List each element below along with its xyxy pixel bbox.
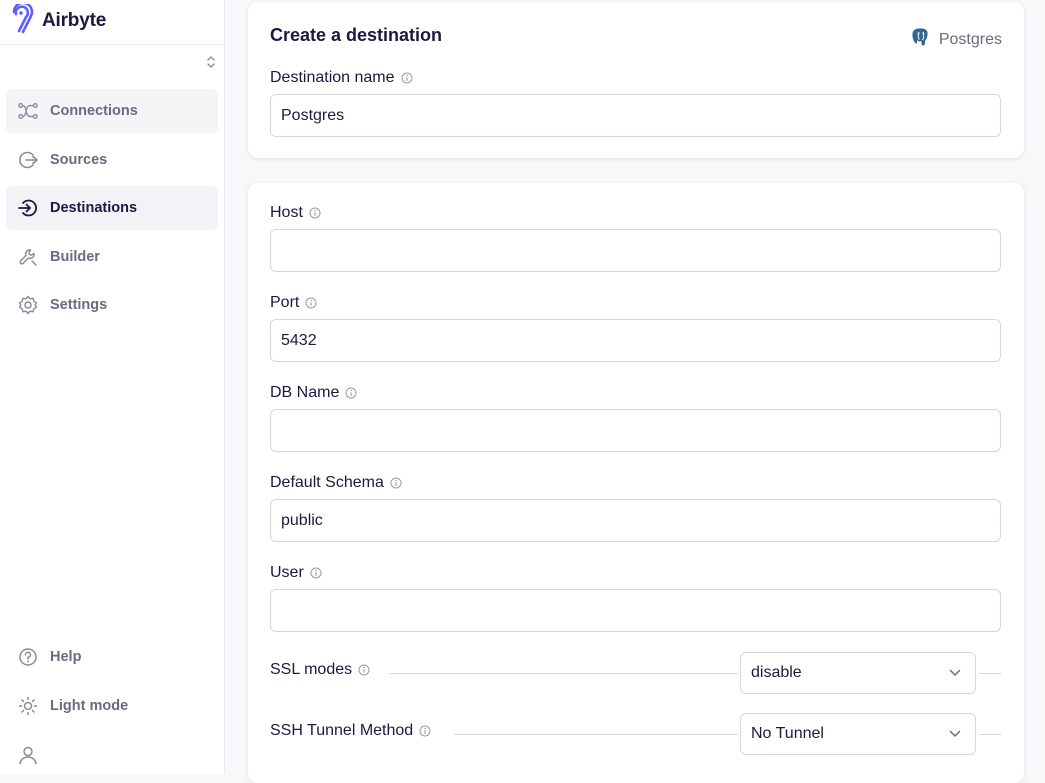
sun-icon bbox=[18, 696, 38, 716]
airbyte-logo-icon bbox=[10, 1, 38, 39]
ssh-tunnel-select[interactable]: No Tunnel bbox=[740, 713, 976, 755]
info-icon[interactable] bbox=[401, 72, 413, 84]
sidebar-item-connections[interactable]: Connections bbox=[6, 89, 218, 133]
postgres-icon bbox=[909, 26, 931, 53]
sidebar-item-settings[interactable]: Settings bbox=[6, 283, 218, 327]
info-icon[interactable] bbox=[390, 477, 402, 489]
info-icon[interactable] bbox=[309, 207, 321, 219]
info-icon[interactable] bbox=[310, 567, 322, 579]
builder-icon bbox=[18, 247, 38, 267]
select-value: disable bbox=[751, 664, 802, 681]
host-label: Host bbox=[270, 204, 321, 222]
destination-name-input[interactable] bbox=[270, 94, 1001, 137]
sidebar-item-label: Sources bbox=[50, 151, 108, 168]
brand[interactable]: Airbyte bbox=[10, 1, 107, 39]
sidebar-item-label: Connections bbox=[50, 103, 138, 119]
sources-icon bbox=[18, 150, 38, 170]
connector-name: Postgres bbox=[938, 30, 1002, 48]
help-icon bbox=[18, 647, 38, 667]
ssh-tunnel-label: SSH Tunnel Method bbox=[270, 722, 431, 740]
user-input[interactable] bbox=[270, 589, 1001, 632]
connections-icon bbox=[18, 101, 38, 121]
user-label: User bbox=[270, 564, 322, 582]
db-name-label: DB Name bbox=[270, 384, 357, 402]
divider bbox=[454, 734, 738, 735]
destination-name-label: Destination name bbox=[270, 69, 413, 87]
divider bbox=[979, 673, 1001, 674]
default-schema-input[interactable] bbox=[270, 499, 1001, 542]
sidebar-nav: Connections Sources Destinations Builder… bbox=[6, 89, 218, 332]
sidebar-item-destinations[interactable]: Destinations bbox=[6, 186, 218, 230]
divider bbox=[389, 673, 738, 674]
info-icon[interactable] bbox=[358, 664, 370, 676]
sidebar-bottom-nav: Help Light mode bbox=[6, 636, 218, 783]
divider bbox=[0, 44, 224, 45]
info-icon[interactable] bbox=[345, 387, 357, 399]
field-label-text: SSL modes bbox=[270, 661, 353, 678]
info-icon[interactable] bbox=[305, 297, 317, 309]
chevron-updown-icon bbox=[206, 54, 216, 75]
sidebar-item-label: Help bbox=[50, 649, 82, 665]
sidebar-item-label: Settings bbox=[50, 297, 108, 313]
sidebar-item-label: Light mode bbox=[50, 698, 129, 714]
ssl-modes-label: SSL modes bbox=[270, 661, 370, 679]
field-label-text: Default Schema bbox=[270, 474, 384, 491]
port-input[interactable] bbox=[270, 319, 1001, 362]
port-label: Port bbox=[270, 294, 317, 312]
settings-icon bbox=[18, 295, 38, 315]
create-destination-card: Create a destination Postgres Destinatio… bbox=[248, 2, 1024, 158]
ssl-modes-select[interactable]: disable bbox=[740, 652, 976, 694]
destinations-icon bbox=[18, 198, 38, 218]
sidebar-item-help[interactable]: Help bbox=[6, 636, 218, 678]
user-menu[interactable] bbox=[6, 734, 218, 776]
page-title: Create a destination bbox=[270, 25, 443, 45]
chevron-down-icon bbox=[949, 664, 961, 682]
destination-config-card: Host Port DB Name Default Schema bbox=[248, 183, 1024, 783]
sidebar-item-label: Destinations bbox=[50, 200, 138, 216]
user-icon bbox=[18, 745, 38, 765]
workspace-switcher[interactable] bbox=[203, 55, 219, 73]
field-label-text: SSH Tunnel Method bbox=[270, 722, 414, 739]
db-name-input[interactable] bbox=[270, 409, 1001, 452]
default-schema-label: Default Schema bbox=[270, 474, 402, 492]
divider bbox=[979, 734, 1001, 735]
info-icon[interactable] bbox=[419, 725, 431, 737]
field-label-text: User bbox=[270, 564, 304, 581]
sidebar: Airbyte Connections Sources Destinations… bbox=[0, 0, 225, 774]
sidebar-item-label: Builder bbox=[50, 248, 100, 265]
host-input[interactable] bbox=[270, 229, 1001, 272]
field-label-text: DB Name bbox=[270, 384, 340, 401]
sidebar-item-light-mode[interactable]: Light mode bbox=[6, 685, 218, 727]
chevron-down-icon bbox=[949, 725, 961, 743]
sidebar-item-sources[interactable]: Sources bbox=[6, 138, 218, 182]
field-label-text: Destination name bbox=[270, 69, 395, 86]
field-label-text: Port bbox=[270, 294, 300, 311]
brand-name: Airbyte bbox=[42, 10, 107, 31]
connector-badge: Postgres bbox=[909, 26, 1002, 53]
field-label-text: Host bbox=[270, 204, 303, 221]
select-value: No Tunnel bbox=[751, 725, 824, 742]
sidebar-item-builder[interactable]: Builder bbox=[6, 235, 218, 279]
main-content: Create a destination Postgres Destinatio… bbox=[225, 0, 1045, 783]
